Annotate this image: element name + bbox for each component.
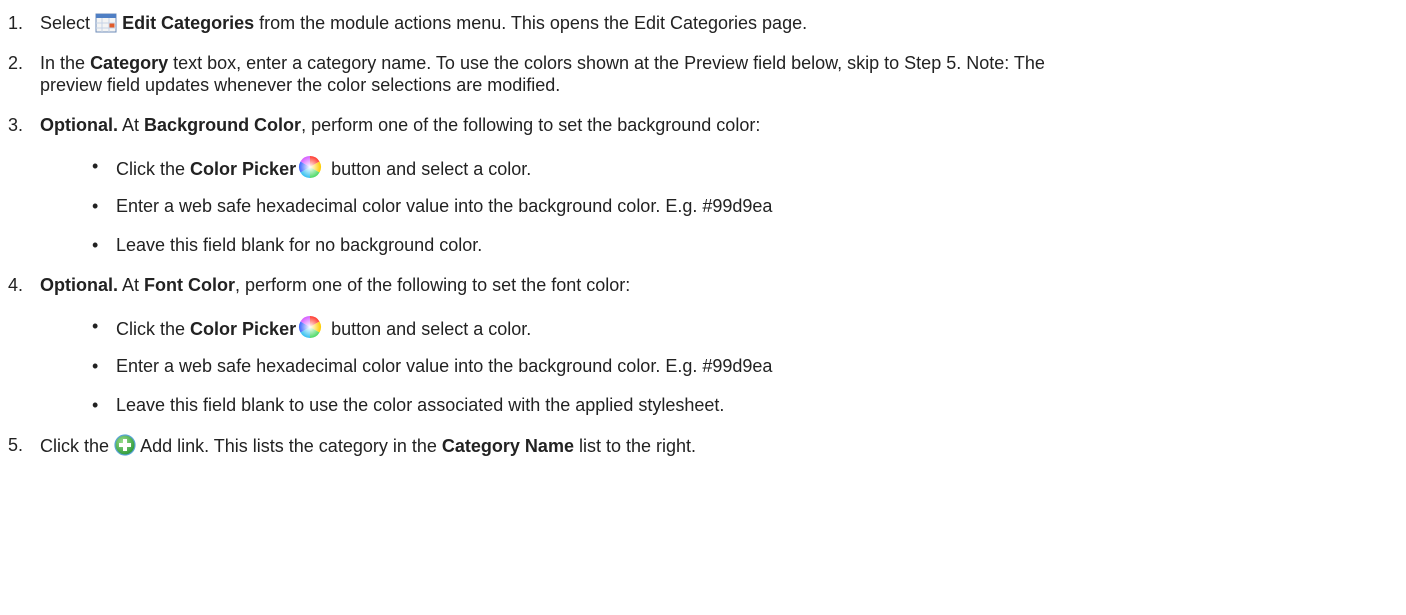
step-text: Select <box>40 13 91 33</box>
calendar-categories-icon <box>95 13 117 33</box>
button-name: Color Picker <box>190 159 297 179</box>
step-text: text box, enter a category name. To use … <box>173 53 1045 73</box>
field-name: Font Color <box>144 275 236 295</box>
bullet-dot: • <box>92 156 99 176</box>
optional-label: Optional. <box>40 275 118 295</box>
bullet-dot: • <box>92 356 99 376</box>
button-name: Color Picker <box>190 319 297 339</box>
add-plus-icon <box>114 434 136 456</box>
step-text: , perform one of the following to set th… <box>301 115 761 135</box>
step-number: 1. <box>8 13 24 33</box>
step-text: preview field updates whenever the color… <box>40 75 561 95</box>
step-number: 3. <box>8 115 24 135</box>
color-wheel-icon <box>299 316 322 338</box>
step-number: 5. <box>8 435 24 455</box>
step-text: , perform one of the following to set th… <box>235 275 631 295</box>
step-number: 4. <box>8 275 24 295</box>
optional-label: Optional. <box>40 115 118 135</box>
step-text: In the <box>40 53 86 73</box>
field-name: Category Name <box>441 436 574 456</box>
instructions-page: 1. Select Edit Categories from the modul… <box>8 13 1045 456</box>
field-name: Category <box>90 53 169 73</box>
color-wheel-icon <box>299 156 322 178</box>
step-number: 2. <box>8 53 24 73</box>
menu-item-name: Edit Categories <box>122 13 255 33</box>
bullet-dot: • <box>92 316 99 336</box>
bullet-dot: • <box>92 196 99 216</box>
step-text: from the module actions menu. This opens… <box>259 13 808 33</box>
bullet-dot: • <box>92 395 99 415</box>
field-name: Background Color <box>144 115 302 135</box>
bullet-dot: • <box>92 235 99 255</box>
